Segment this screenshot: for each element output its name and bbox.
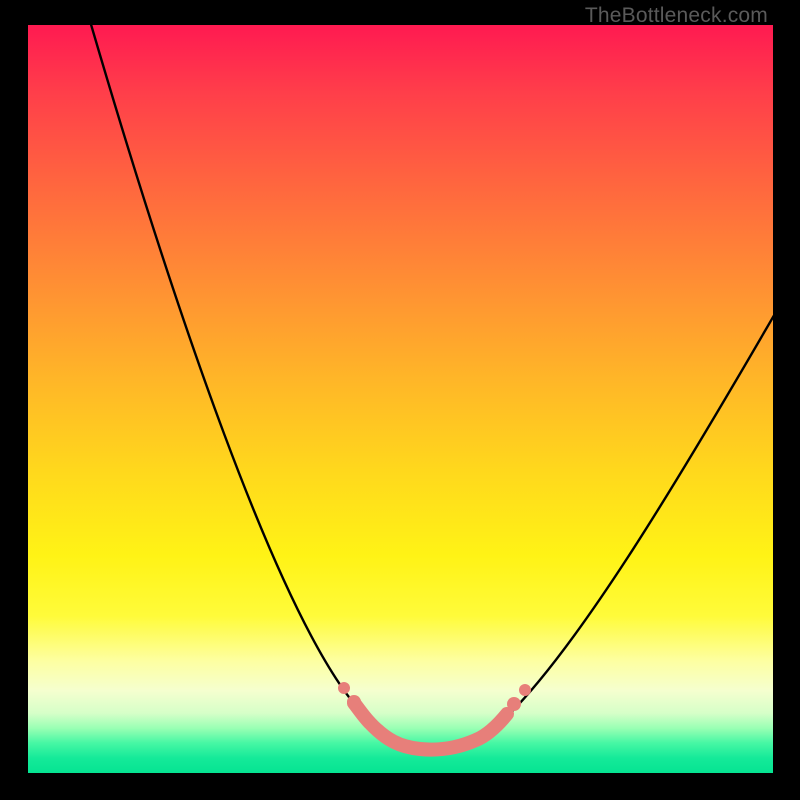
attribution-text: TheBottleneck.com — [585, 4, 768, 28]
marker-left-1 — [338, 682, 350, 694]
curve-main — [90, 25, 773, 750]
marker-right-1 — [507, 697, 521, 711]
chart-frame: TheBottleneck.com — [0, 0, 800, 800]
bottleneck-curve — [28, 25, 773, 773]
marker-right-2 — [519, 684, 531, 696]
curve-sweet-spot — [354, 703, 507, 750]
marker-left-2 — [347, 695, 361, 709]
plot-area — [28, 25, 773, 773]
